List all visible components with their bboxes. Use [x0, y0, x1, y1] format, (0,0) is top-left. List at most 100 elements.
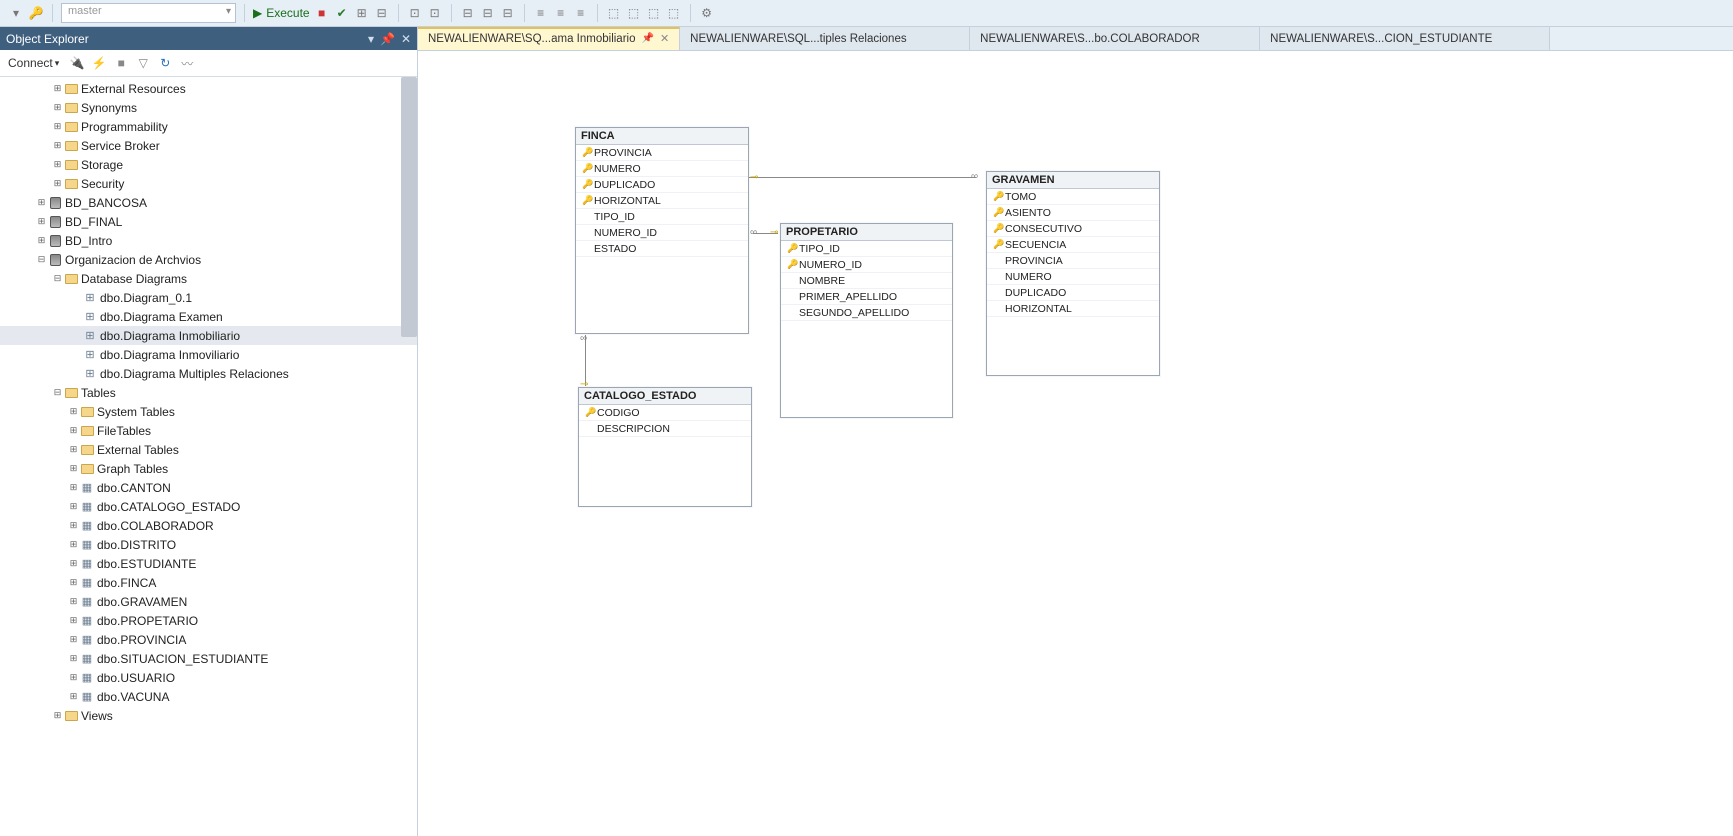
tbicon-6[interactable]: ⊟: [480, 5, 496, 21]
tbicon-11[interactable]: ⬚: [606, 5, 622, 21]
tbicon-8[interactable]: ≡: [533, 5, 549, 21]
diagram-canvas[interactable]: ⊸ ∞ ∞ ⊸ ∞ ⊸ FINCA 🔑PROVINCIA🔑NUMERO🔑DUPL…: [418, 51, 1733, 836]
tab[interactable]: NEWALIENWARE\S...CION_ESTUDIANTE: [1260, 27, 1550, 50]
tree-item-table[interactable]: ⊞dbo.CANTON: [0, 478, 417, 497]
entity-gravamen[interactable]: GRAVAMEN 🔑TOMO🔑ASIENTO🔑CONSECUTIVO🔑SECUE…: [986, 171, 1160, 376]
tree-item-table[interactable]: ⊞dbo.PROPETARIO: [0, 611, 417, 630]
entity-column[interactable]: 🔑TIPO_ID: [781, 241, 952, 257]
close-icon[interactable]: ✕: [660, 32, 669, 45]
pin-icon[interactable]: 📌: [380, 32, 395, 46]
tab[interactable]: NEWALIENWARE\S...bo.COLABORADOR: [970, 27, 1260, 50]
tbicon-5[interactable]: ⊟: [460, 5, 476, 21]
tree-item-programmability[interactable]: ⊞Programmability: [0, 117, 417, 136]
entity-column[interactable]: DUPLICADO: [987, 285, 1159, 301]
entity-column[interactable]: 🔑SECUENCIA: [987, 237, 1159, 253]
tbicon-7[interactable]: ⊟: [500, 5, 516, 21]
tree-item-diagram[interactable]: dbo.Diagrama Examen: [0, 307, 417, 326]
tree-item-db-bancosa[interactable]: ⊞BD_BANCOSA: [0, 193, 417, 212]
stop-icon[interactable]: ■: [314, 5, 330, 21]
tree-item-table[interactable]: ⊞dbo.GRAVAMEN: [0, 592, 417, 611]
entity-column[interactable]: NUMERO: [987, 269, 1159, 285]
entity-column[interactable]: DESCRIPCION: [579, 421, 751, 437]
unplug-icon[interactable]: ⚡: [91, 55, 107, 71]
tree-item-table[interactable]: ⊞dbo.SITUACION_ESTUDIANTE: [0, 649, 417, 668]
tree-item-table[interactable]: ⊞dbo.DISTRITO: [0, 535, 417, 554]
entity-catalogo[interactable]: CATALOGO_ESTADO 🔑CODIGODESCRIPCION: [578, 387, 752, 507]
entity-column[interactable]: 🔑CONSECUTIVO: [987, 221, 1159, 237]
tbicon-4[interactable]: ⊡: [427, 5, 443, 21]
tree-item-views[interactable]: ⊞Views: [0, 706, 417, 725]
entity-header: FINCA: [576, 128, 748, 145]
entity-column[interactable]: HORIZONTAL: [987, 301, 1159, 317]
tbicon-12[interactable]: ⬚: [626, 5, 642, 21]
tab[interactable]: NEWALIENWARE\SQL...tiples Relaciones: [680, 27, 970, 50]
tree-item-db-org[interactable]: ⊟Organizacion de Archvios: [0, 250, 417, 269]
chevron-down-icon[interactable]: ▾: [8, 5, 24, 21]
tree-item-diagram-selected[interactable]: dbo.Diagrama Inmobiliario: [0, 326, 417, 345]
tbicon-13[interactable]: ⬚: [646, 5, 662, 21]
entity-column[interactable]: 🔑PROVINCIA: [576, 145, 748, 161]
entity-column[interactable]: TIPO_ID: [576, 209, 748, 225]
tree-item-table[interactable]: ⊞dbo.FINCA: [0, 573, 417, 592]
tree-item-table-folder[interactable]: ⊞FileTables: [0, 421, 417, 440]
entity-column[interactable]: 🔑ASIENTO: [987, 205, 1159, 221]
close-icon[interactable]: ✕: [401, 32, 411, 46]
tree-item-tables[interactable]: ⊟Tables: [0, 383, 417, 402]
check-icon[interactable]: ✔: [334, 5, 350, 21]
entity-column[interactable]: 🔑NUMERO_ID: [781, 257, 952, 273]
tree-item-diagram[interactable]: dbo.Diagram_0.1: [0, 288, 417, 307]
entity-column[interactable]: 🔑HORIZONTAL: [576, 193, 748, 209]
scrollbar[interactable]: [401, 77, 417, 337]
object-tree[interactable]: ⊞External Resources ⊞Synonyms ⊞Programma…: [0, 77, 417, 836]
tbicon-1[interactable]: ⊞: [354, 5, 370, 21]
tbicon-9[interactable]: ≡: [553, 5, 569, 21]
entity-finca[interactable]: FINCA 🔑PROVINCIA🔑NUMERO🔑DUPLICADO🔑HORIZO…: [575, 127, 749, 334]
tree-item-table-folder[interactable]: ⊞External Tables: [0, 440, 417, 459]
entity-propetario[interactable]: PROPETARIO 🔑TIPO_ID🔑NUMERO_IDNOMBREPRIME…: [780, 223, 953, 418]
tree-item-table[interactable]: ⊞dbo.USUARIO: [0, 668, 417, 687]
entity-column[interactable]: 🔑NUMERO: [576, 161, 748, 177]
tree-item-external-resources[interactable]: ⊞External Resources: [0, 79, 417, 98]
tree-item-storage[interactable]: ⊞Storage: [0, 155, 417, 174]
connect-button[interactable]: Connect ▾: [4, 54, 63, 72]
tbicon-14[interactable]: ⬚: [666, 5, 682, 21]
tree-item-table-folder[interactable]: ⊞Graph Tables: [0, 459, 417, 478]
tree-item-diagram[interactable]: dbo.Diagrama Multiples Relaciones: [0, 364, 417, 383]
stop-icon[interactable]: ■: [113, 55, 129, 71]
filter-icon[interactable]: ▽: [135, 55, 151, 71]
entity-column[interactable]: NOMBRE: [781, 273, 952, 289]
entity-column[interactable]: SEGUNDO_APELLIDO: [781, 305, 952, 321]
gear-icon[interactable]: ⚙: [699, 5, 715, 21]
tbicon-3[interactable]: ⊡: [407, 5, 423, 21]
tree-item-diagram[interactable]: dbo.Diagrama Inmoviliario: [0, 345, 417, 364]
entity-column[interactable]: 🔑DUPLICADO: [576, 177, 748, 193]
refresh-icon[interactable]: ↻: [157, 55, 173, 71]
entity-column[interactable]: NUMERO_ID: [576, 225, 748, 241]
plug-icon[interactable]: 🔌: [69, 55, 85, 71]
entity-column[interactable]: 🔑TOMO: [987, 189, 1159, 205]
tree-item-table-folder[interactable]: ⊞System Tables: [0, 402, 417, 421]
tree-item-synonyms[interactable]: ⊞Synonyms: [0, 98, 417, 117]
tree-item-db-intro[interactable]: ⊞BD_Intro: [0, 231, 417, 250]
tree-item-table[interactable]: ⊞dbo.PROVINCIA: [0, 630, 417, 649]
tree-item-database-diagrams[interactable]: ⊟Database Diagrams: [0, 269, 417, 288]
tree-item-table[interactable]: ⊞dbo.VACUNA: [0, 687, 417, 706]
tbicon-2[interactable]: ⊟: [374, 5, 390, 21]
entity-column[interactable]: PRIMER_APELLIDO: [781, 289, 952, 305]
activity-icon[interactable]: 〰: [179, 55, 195, 71]
dropdown-icon[interactable]: ▾: [368, 32, 374, 46]
database-combo[interactable]: master: [61, 3, 236, 23]
entity-column[interactable]: PROVINCIA: [987, 253, 1159, 269]
tree-item-table[interactable]: ⊞dbo.CATALOGO_ESTADO: [0, 497, 417, 516]
tree-item-service-broker[interactable]: ⊞Service Broker: [0, 136, 417, 155]
entity-column[interactable]: 🔑CODIGO: [579, 405, 751, 421]
tbicon-10[interactable]: ≡: [573, 5, 589, 21]
tree-item-table[interactable]: ⊞dbo.ESTUDIANTE: [0, 554, 417, 573]
entity-column[interactable]: ESTADO: [576, 241, 748, 257]
tab-active[interactable]: NEWALIENWARE\SQ...ama Inmobiliario 📌 ✕: [418, 27, 680, 50]
tree-item-security[interactable]: ⊞Security: [0, 174, 417, 193]
tree-item-table[interactable]: ⊞dbo.COLABORADOR: [0, 516, 417, 535]
pin-icon[interactable]: 📌: [641, 33, 653, 44]
tree-item-db-final[interactable]: ⊞BD_FINAL: [0, 212, 417, 231]
execute-button[interactable]: ▶ Execute: [253, 6, 310, 20]
